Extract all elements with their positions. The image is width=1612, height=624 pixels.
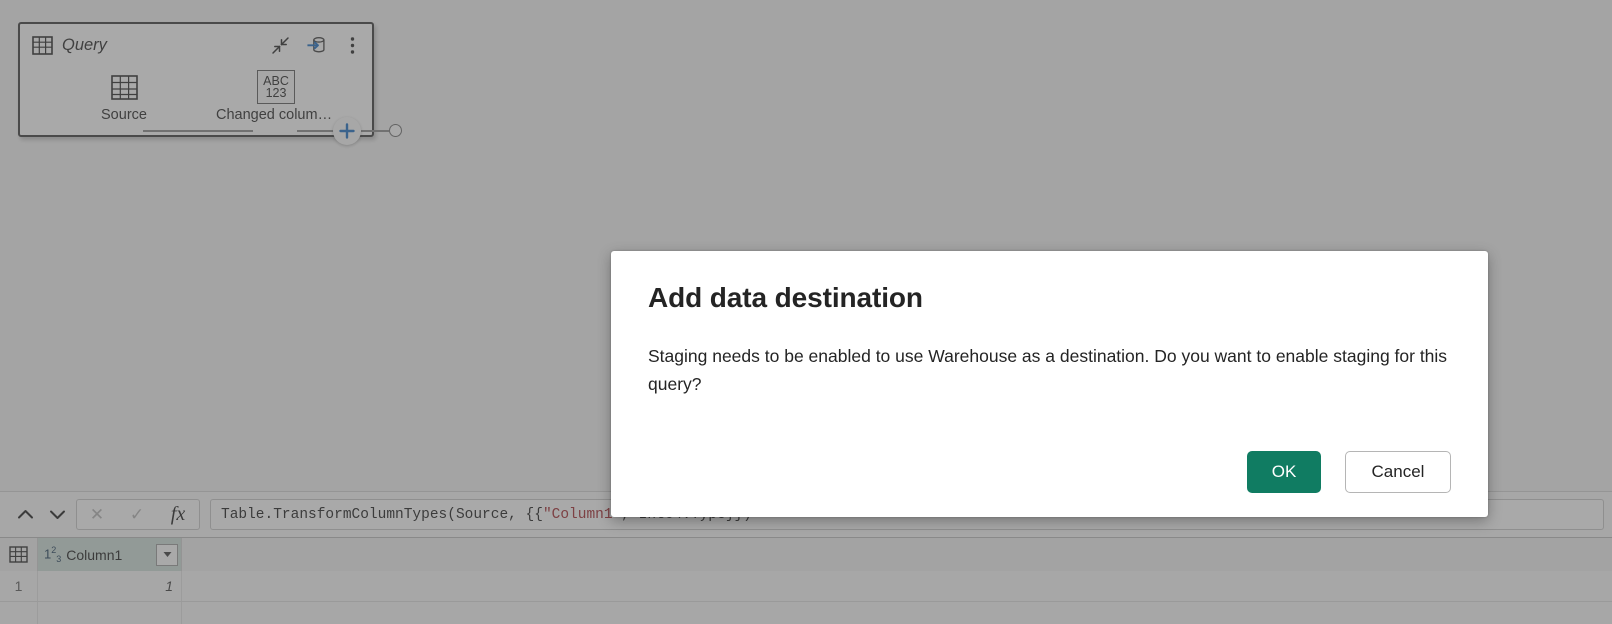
dialog-title: Add data destination [648, 282, 923, 313]
dialog-actions: OK Cancel [1247, 451, 1451, 493]
ok-button[interactable]: OK [1247, 451, 1321, 493]
cancel-button[interactable]: Cancel [1345, 451, 1451, 493]
dialog-message: Staging needs to be enabled to use Wareh… [648, 346, 1448, 395]
add-data-destination-dialog: Add data destination Staging needs to be… [611, 251, 1488, 517]
